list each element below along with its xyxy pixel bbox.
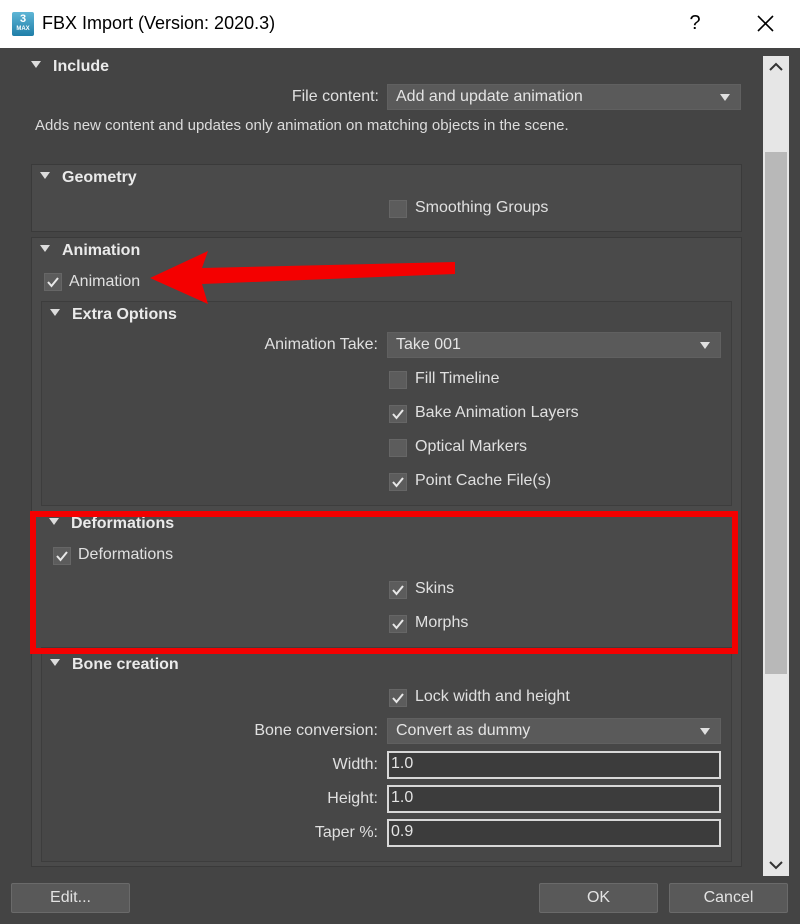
checkmark-icon <box>392 693 404 704</box>
annotation-arrow-icon <box>150 251 455 304</box>
optical-markers-label: Optical Markers <box>415 438 528 455</box>
scroll-thumb[interactable] <box>765 152 787 674</box>
collapse-triangle-icon <box>31 61 41 69</box>
chevron-up-icon <box>769 62 783 71</box>
bake-animation-layers-label: Bake Animation Layers <box>415 404 579 421</box>
animation-header-label: Animation <box>62 242 141 259</box>
collapse-triangle-icon <box>50 309 60 317</box>
chevron-down-icon <box>700 342 710 349</box>
collapse-triangle-icon <box>40 245 50 253</box>
vertical-scrollbar[interactable] <box>763 56 789 876</box>
height-label: Height: <box>327 790 378 807</box>
app-icon-sublabel: MAX <box>16 26 30 32</box>
include-header-label: Include <box>53 58 110 75</box>
help-button[interactable]: ? <box>680 8 710 38</box>
smoothing-groups-label: Smoothing Groups <box>415 199 549 216</box>
bone-creation-header-label: Bone creation <box>72 656 179 673</box>
close-icon <box>757 15 774 32</box>
collapse-triangle-icon <box>50 659 60 667</box>
bake-animation-layers-checkbox[interactable] <box>389 405 407 423</box>
chevron-down-icon <box>700 728 710 735</box>
geometry-panel: Geometry Smoothing Groups <box>31 164 742 232</box>
lock-width-height-checkbox[interactable] <box>389 689 407 707</box>
bone-creation-panel: Bone creation Lock width and height Bone… <box>41 647 732 862</box>
animation-header[interactable]: Animation <box>40 242 140 260</box>
checkmark-icon <box>47 277 59 288</box>
extra-options-panel: Extra Options Animation Take: Take 001 F… <box>41 301 732 506</box>
file-content-dropdown[interactable]: Add and update animation <box>387 84 741 110</box>
checkmark-icon <box>392 477 404 488</box>
bone-conversion-dropdown[interactable]: Convert as dummy <box>387 718 721 744</box>
width-label: Width: <box>332 756 378 773</box>
smoothing-groups-checkbox[interactable] <box>389 200 407 218</box>
animation-checkbox-label: Animation <box>69 273 141 290</box>
geometry-header[interactable]: Geometry <box>40 169 137 187</box>
fill-timeline-label: Fill Timeline <box>415 370 500 387</box>
ok-button[interactable]: OK <box>539 883 658 913</box>
height-field[interactable]: 1.0 <box>387 785 721 813</box>
scroll-down-button[interactable] <box>763 854 789 876</box>
app-icon-label: 3 <box>19 13 27 25</box>
taper-field[interactable]: 0.9 <box>387 819 721 847</box>
dialog-body: Include File content: Add and update ani… <box>0 48 800 924</box>
cancel-button[interactable]: Cancel <box>669 883 788 913</box>
app-icon: 3 MAX <box>12 12 34 36</box>
bone-conversion-value: Convert as dummy <box>396 722 531 739</box>
checkmark-icon <box>392 409 404 420</box>
edit-button[interactable]: Edit... <box>11 883 130 913</box>
geometry-header-label: Geometry <box>62 169 137 186</box>
fill-timeline-checkbox[interactable] <box>389 371 407 389</box>
rollout-area: Include File content: Add and update ani… <box>21 54 758 874</box>
point-cache-checkbox[interactable] <box>389 473 407 491</box>
collapse-triangle-icon <box>40 172 50 180</box>
width-field[interactable]: 1.0 <box>387 751 721 779</box>
title-bar: 3 MAX FBX Import (Version: 2020.3) ? <box>0 0 800 48</box>
chevron-down-icon <box>769 861 783 870</box>
close-button[interactable] <box>748 8 782 38</box>
point-cache-label: Point Cache File(s) <box>415 472 552 489</box>
animation-checkbox[interactable] <box>44 273 62 291</box>
animation-take-dropdown[interactable]: Take 001 <box>387 332 721 358</box>
taper-label: Taper %: <box>314 824 378 841</box>
file-content-label: File content: <box>291 88 379 105</box>
animation-take-value: Take 001 <box>396 336 461 353</box>
lock-width-height-label: Lock width and height <box>415 688 570 705</box>
scroll-up-button[interactable] <box>763 56 789 78</box>
chevron-down-icon <box>720 94 730 101</box>
file-content-value: Add and update animation <box>396 88 583 105</box>
bone-creation-header[interactable]: Bone creation <box>50 656 179 674</box>
file-content-description: Adds new content and updates only animat… <box>35 117 569 134</box>
annotation-highlight-box <box>30 511 738 654</box>
window-title: FBX Import (Version: 2020.3) <box>42 13 276 33</box>
optical-markers-checkbox[interactable] <box>389 439 407 457</box>
include-header[interactable]: Include <box>31 58 109 76</box>
animation-take-label: Animation Take: <box>264 336 378 353</box>
bone-conversion-label: Bone conversion: <box>254 722 378 739</box>
